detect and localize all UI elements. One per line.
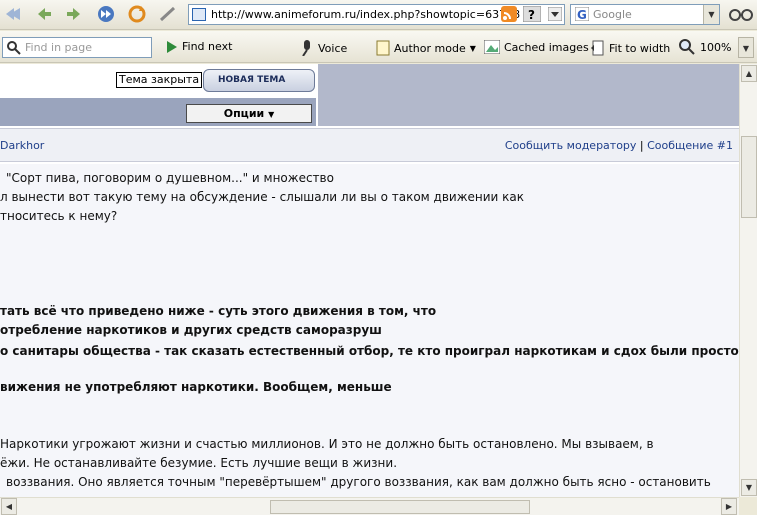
cached-images-button[interactable]: Cached images [484,40,589,54]
post-line: воззвания. Оно является точным "перевёрт… [6,475,711,489]
scrollbar-corner [739,497,757,515]
forward-icon[interactable] [62,3,86,25]
search-dropdown-icon[interactable]: ▼ [703,5,719,24]
report-link[interactable]: Сообщить модератору [505,139,637,152]
topic-closed-label: Тема закрыта [116,72,203,88]
pen-icon[interactable] [156,3,180,25]
magnifier-icon [7,41,21,55]
post-links: Сообщить модератору | Сообщение #1 [505,139,733,152]
vertical-scrollbar[interactable]: ▲ ▼ [739,64,757,497]
address-text: http://www.animeforum.ru/index.php?showt… [211,8,521,21]
post-line: о санитары общества - так сказать естест… [0,344,739,358]
post-line: ёжи. Не останавливайте безумие. Есть луч… [0,456,398,470]
voice-button[interactable]: Voice [300,40,347,56]
fast-forward-icon[interactable] [94,3,118,25]
help-icon[interactable]: ? [521,3,543,25]
horizontal-scrollbar[interactable]: ◀ ▶ [0,497,739,515]
find-next-label: Find next [182,40,233,53]
new-topic-button[interactable]: НОВАЯ ТЕМА [203,69,315,92]
reader-toolbar: Find in page Find next Voice Author mode… [0,31,757,63]
post-line: тноситесь к нему? [0,209,118,223]
dropdown-icon[interactable] [546,3,564,25]
topic-controls: Тема закрыта НОВАЯ ТЕМА [0,64,316,98]
chevron-down-icon: ▼ [268,110,275,119]
post-line: тать всё что приведено ниже - суть этого… [0,304,437,318]
svg-text:?: ? [528,8,535,22]
post-line: л вынести вот такую тему на обсуждение -… [0,190,524,204]
back-icon[interactable] [2,3,26,25]
options-label: Опции [223,107,265,120]
new-topic-label: НОВАЯ ТЕМА [218,75,286,85]
rss-icon[interactable] [500,3,518,25]
play-icon [167,40,177,53]
post-body: "Сорт пива, поговорим о душевном..." и м… [0,164,739,497]
find-input[interactable]: Find in page [2,37,152,58]
post-line: Наркотики угрожают жизни и счастью милли… [0,437,654,451]
image-icon [484,40,500,54]
author-mode-button[interactable]: Author mode ▼ [376,40,476,56]
post-number-link[interactable]: Сообщение #1 [647,139,733,152]
chevron-down-icon: ▼ [469,43,476,53]
scroll-right-icon[interactable]: ▶ [721,498,737,515]
google-icon: G [575,7,589,21]
post-author[interactable]: Darkhor [0,139,44,152]
glasses-icon[interactable] [727,3,755,25]
reload-icon[interactable] [125,3,149,25]
search-placeholder: Google [593,8,632,21]
fit-to-width-button[interactable]: Fit to width [591,40,670,56]
post-header: Darkhor Сообщить модератору | Сообщение … [0,128,739,162]
cached-images-label: Cached images [504,40,589,54]
zoom-icon[interactable] [678,38,696,56]
scroll-left-icon[interactable]: ◀ [1,498,17,515]
forum-page: Тема закрыта НОВАЯ ТЕМА Опции ▼ Darkhor … [0,64,739,497]
author-mode-label: Author mode [394,41,466,55]
scroll-down-icon[interactable]: ▼ [741,479,757,496]
scroll-up-icon[interactable]: ▲ [741,65,757,82]
options-button[interactable]: Опции ▼ [186,104,312,123]
search-input[interactable]: G Google ▼ [570,4,720,25]
zoom-dropdown-icon[interactable]: ▼ [738,37,754,58]
find-next-button[interactable]: Find next [166,40,232,53]
svg-text:G: G [577,8,587,21]
zoom-level[interactable]: 100% [700,37,740,58]
microphone-icon [302,40,310,56]
fit-to-width-label: Fit to width [609,41,671,55]
header-gray-area [318,64,739,126]
post-line: отребление наркотиков и других средств с… [0,323,382,337]
post-line: "Сорт пива, поговорим о душевном..." и м… [6,171,334,185]
post-line: вижения не употребляют наркотики. Вообще… [0,380,392,394]
page-icon [192,8,206,21]
back-icon[interactable] [32,3,56,25]
browser-toolbar: http://www.animeforum.ru/index.php?showt… [0,0,757,30]
document-icon [376,40,390,56]
voice-label: Voice [318,41,348,55]
scroll-thumb[interactable] [741,136,757,218]
fit-width-icon [591,40,604,56]
find-placeholder: Find in page [25,41,93,54]
hscroll-thumb[interactable] [270,500,530,514]
